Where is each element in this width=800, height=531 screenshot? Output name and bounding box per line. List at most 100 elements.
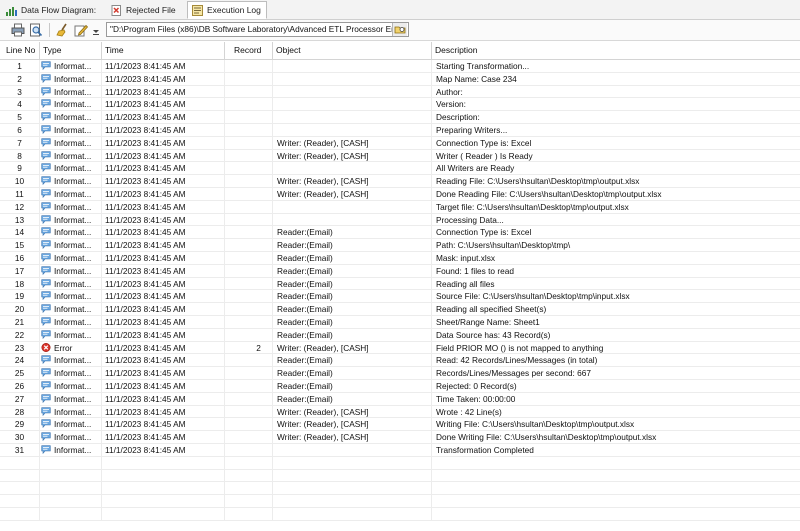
- table-row[interactable]: 23 Error 11/1/2023 8:41:45 AM 2 Writer: (Rea…: [0, 341, 800, 355]
- table-row[interactable]: 31 Informat... 11/1/2023 8:41:45 AM Transfo…: [0, 444, 800, 457]
- info-message-icon: [41, 240, 51, 250]
- type-label: Informat...: [54, 393, 92, 404]
- info-message-icon: [41, 253, 51, 262]
- cell-record: [225, 149, 273, 163]
- rejected-file-icon: [111, 4, 122, 16]
- cell-object: Reader:(Email): [273, 367, 432, 380]
- cell-time: 11/1/2023 8:41:45 AM: [102, 85, 225, 99]
- table-row[interactable]: 22 Informat... 11/1/2023 8:41:45 AM Reader:…: [0, 328, 800, 342]
- print-preview-button[interactable]: [29, 23, 43, 37]
- table-row[interactable]: 25 Informat... 11/1/2023 8:41:45 AM Reader:…: [0, 367, 800, 380]
- table-row[interactable]: 4 Informat... 11/1/2023 8:41:45 AM Version:: [0, 98, 800, 112]
- table-row[interactable]: 15 Informat... 11/1/2023 8:41:45 AM Reader:…: [0, 239, 800, 252]
- tab-data-flow-diagram[interactable]: Data Flow Diagram:: [2, 2, 101, 18]
- cell-line-no: 2: [0, 72, 40, 86]
- tab-rejected-file[interactable]: Rejected File: [107, 2, 181, 18]
- empty-cell: [273, 482, 432, 496]
- table-row[interactable]: 3 Informat... 11/1/2023 8:41:45 AM Author:: [0, 85, 800, 99]
- cell-line-no: 9: [0, 162, 40, 176]
- edit-log-button[interactable]: [74, 23, 89, 37]
- table-row[interactable]: 21 Informat... 11/1/2023 8:41:45 AM Reader:…: [0, 316, 800, 329]
- cell-time: 11/1/2023 8:41:45 AM: [102, 188, 225, 201]
- table-row[interactable]: 13 Informat... 11/1/2023 8:41:45 AM Process…: [0, 213, 800, 227]
- cell-record: [225, 431, 273, 444]
- broom-icon: [56, 23, 67, 37]
- empty-cell: [40, 495, 102, 508]
- cell-record: [225, 303, 273, 316]
- execution-log-icon: [192, 4, 203, 16]
- table-row[interactable]: 8 Informat... 11/1/2023 8:41:45 AM Writer: …: [0, 149, 800, 163]
- cell-record: [225, 328, 273, 342]
- data-flow-icon: [6, 5, 17, 16]
- cell-time: 11/1/2023 8:41:45 AM: [102, 264, 225, 278]
- cell-object: [273, 60, 432, 73]
- cell-description: Done Writing File: C:\Users\hsultan\Desk…: [432, 431, 800, 444]
- cell-line-no: 1: [0, 60, 40, 73]
- table-row[interactable]: 10 Informat... 11/1/2023 8:41:45 AM Writer:…: [0, 175, 800, 188]
- cell-description: Sheet/Range Name: Sheet1: [432, 316, 800, 329]
- cell-type: Error: [40, 341, 102, 355]
- cell-type: Informat...: [40, 188, 102, 201]
- table-row[interactable]: 28 Informat... 11/1/2023 8:41:45 AM Writer:…: [0, 405, 800, 419]
- table-row[interactable]: 2 Informat... 11/1/2023 8:41:45 AM Map Name…: [0, 72, 800, 86]
- table-row[interactable]: 19 Informat... 11/1/2023 8:41:45 AM Reader:…: [0, 290, 800, 304]
- cell-object: Writer: (Reader), [CASH]: [273, 405, 432, 419]
- cell-object: Writer: (Reader), [CASH]: [273, 188, 432, 201]
- type-label: Informat...: [54, 265, 92, 276]
- print-button[interactable]: [11, 23, 25, 37]
- table-row[interactable]: 12 Informat... 11/1/2023 8:41:45 AM Target …: [0, 200, 800, 214]
- cell-record: [225, 277, 273, 291]
- info-message-icon: [41, 112, 51, 122]
- column-header-object[interactable]: Object: [273, 42, 432, 59]
- type-label: Informat...: [54, 61, 92, 71]
- table-row[interactable]: 18 Informat... 11/1/2023 8:41:45 AM Reader:…: [0, 277, 800, 291]
- empty-cell: [0, 469, 40, 483]
- table-row[interactable]: 1 Informat... 11/1/2023 8:41:45 AM Starting…: [0, 60, 800, 73]
- column-header-time[interactable]: Time: [102, 42, 225, 59]
- info-message-icon: [41, 304, 51, 314]
- table-row[interactable]: 5 Informat... 11/1/2023 8:41:45 AM Descript…: [0, 111, 800, 124]
- empty-cell: [273, 456, 432, 470]
- table-row[interactable]: 11 Informat... 11/1/2023 8:41:45 AM Writer:…: [0, 188, 800, 201]
- empty-cell: [273, 508, 432, 521]
- table-row[interactable]: 17 Informat... 11/1/2023 8:41:45 AM Reader:…: [0, 264, 800, 278]
- type-label: Informat...: [54, 381, 92, 391]
- cell-line-no: 22: [0, 328, 40, 342]
- file-path-input[interactable]: "D:\Program Files (x86)\DB Software Labo…: [106, 22, 409, 37]
- cell-type: Informat...: [40, 162, 102, 176]
- cell-line-no: 3: [0, 85, 40, 99]
- info-message-icon: [41, 406, 51, 416]
- table-row[interactable]: 26 Informat... 11/1/2023 8:41:45 AM Reader:…: [0, 380, 800, 393]
- table-row[interactable]: 14 Informat... 11/1/2023 8:41:45 AM Reader:…: [0, 226, 800, 240]
- table-row[interactable]: 27 Informat... 11/1/2023 8:41:45 AM Reader:…: [0, 392, 800, 406]
- column-header-description[interactable]: Description: [432, 42, 800, 59]
- table-row[interactable]: 30 Informat... 11/1/2023 8:41:45 AM Writer:…: [0, 431, 800, 444]
- info-message-icon: [41, 163, 51, 173]
- empty-cell: [0, 508, 40, 521]
- table-row[interactable]: 16 Informat... 11/1/2023 8:41:45 AM Reader:…: [0, 252, 800, 265]
- toolbar-overflow-button[interactable]: [92, 27, 100, 35]
- table-row[interactable]: 7 Informat... 11/1/2023 8:41:45 AM Writer: …: [0, 136, 800, 150]
- table-row[interactable]: 29 Informat... 11/1/2023 8:41:45 AM Writer:…: [0, 418, 800, 432]
- cell-line-no: 16: [0, 252, 40, 265]
- table-row[interactable]: 24 Informat... 11/1/2023 8:41:45 AM Reader:…: [0, 354, 800, 368]
- table-row[interactable]: 20 Informat... 11/1/2023 8:41:45 AM Reader:…: [0, 303, 800, 316]
- cell-description: Transformation Completed: [432, 444, 800, 457]
- column-header-record[interactable]: Record: [225, 42, 273, 59]
- table-row[interactable]: 6 Informat... 11/1/2023 8:41:45 AM Preparin…: [0, 124, 800, 137]
- browse-button[interactable]: [392, 23, 407, 36]
- empty-row: [0, 482, 800, 496]
- cell-object: Reader:(Email): [273, 316, 432, 329]
- cell-object: [273, 162, 432, 176]
- column-header-type[interactable]: Type: [40, 42, 102, 59]
- cell-object: [273, 124, 432, 137]
- tab-execution-log[interactable]: Execution Log: [187, 1, 267, 19]
- table-row[interactable]: 9 Informat... 11/1/2023 8:41:45 AM All Writ…: [0, 162, 800, 176]
- cell-description: Read: 42 Records/Lines/Messages (in tota…: [432, 354, 800, 368]
- type-label: Informat...: [54, 73, 92, 84]
- column-header-line-no[interactable]: Line No: [0, 42, 40, 59]
- cell-description: Done Reading File: C:\Users\hsultan\Desk…: [432, 188, 800, 201]
- cell-time: 11/1/2023 8:41:45 AM: [102, 405, 225, 419]
- clear-log-button[interactable]: [56, 23, 70, 37]
- cell-time: 11/1/2023 8:41:45 AM: [102, 239, 225, 252]
